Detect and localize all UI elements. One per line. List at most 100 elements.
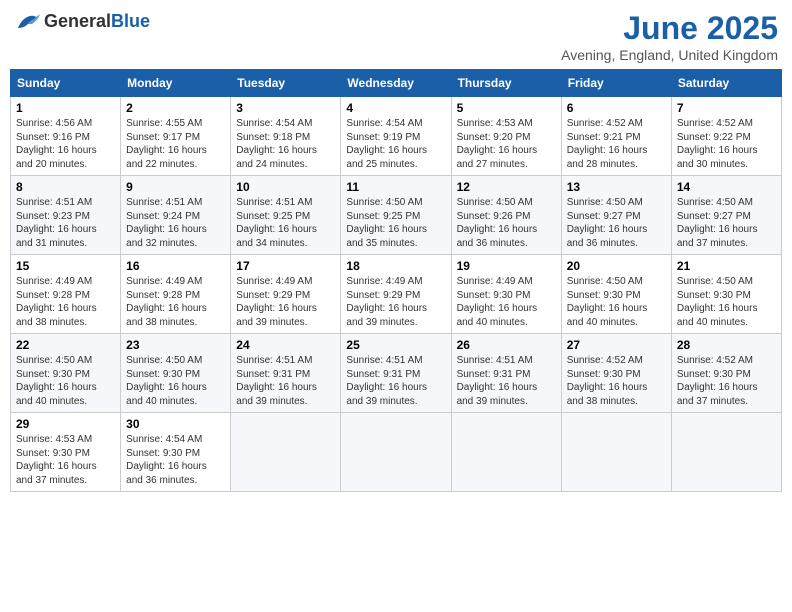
- calendar-cell: [561, 413, 671, 492]
- cell-details: Sunrise: 4:49 AMSunset: 9:28 PMDaylight:…: [16, 276, 97, 328]
- day-number: 22: [16, 338, 115, 352]
- day-number: 4: [346, 101, 445, 115]
- calendar-cell: 24 Sunrise: 4:51 AMSunset: 9:31 PMDayligh…: [231, 334, 341, 413]
- calendar-cell: 4 Sunrise: 4:54 AMSunset: 9:19 PMDaylight…: [341, 97, 451, 176]
- cell-details: Sunrise: 4:54 AMSunset: 9:30 PMDaylight:…: [126, 434, 207, 486]
- calendar-cell: 20 Sunrise: 4:50 AMSunset: 9:30 PMDayligh…: [561, 255, 671, 334]
- logo-text: GeneralBlue: [44, 11, 150, 32]
- calendar-cell: 6Sunrise: 4:52 AMSunset: 9:21 PMDaylight…: [561, 97, 671, 176]
- calendar-week-row: 15 Sunrise: 4:49 AMSunset: 9:28 PMDayligh…: [11, 255, 782, 334]
- cell-details: Sunrise: 4:52 AMSunset: 9:30 PMDaylight:…: [677, 355, 758, 407]
- cell-details: Sunrise: 4:49 AMSunset: 9:28 PMDaylight:…: [126, 276, 207, 328]
- title-area: June 2025 Avening, England, United Kingd…: [561, 10, 778, 63]
- calendar-cell: 30Sunrise: 4:54 AMSunset: 9:30 PMDayligh…: [121, 413, 231, 492]
- weekday-header: Saturday: [671, 70, 781, 97]
- day-number: 12: [457, 180, 556, 194]
- cell-details: Sunrise: 4:55 AMSunset: 9:17 PMDaylight:…: [126, 118, 207, 170]
- logo-general: General: [44, 11, 111, 31]
- calendar-week-row: 8 Sunrise: 4:51 AMSunset: 9:23 PMDaylight…: [11, 176, 782, 255]
- cell-details: Sunrise: 4:53 AMSunset: 9:20 PMDaylight:…: [457, 118, 538, 170]
- day-number: 14: [677, 180, 776, 194]
- day-number: 16: [126, 259, 225, 273]
- cell-details: Sunrise: 4:50 AMSunset: 9:30 PMDaylight:…: [567, 276, 648, 328]
- calendar-cell: 19 Sunrise: 4:49 AMSunset: 9:30 PMDayligh…: [451, 255, 561, 334]
- cell-details: Sunrise: 4:49 AMSunset: 9:29 PMDaylight:…: [236, 276, 317, 328]
- cell-details: Sunrise: 4:52 AMSunset: 9:22 PMDaylight:…: [677, 118, 758, 170]
- day-number: 5: [457, 101, 556, 115]
- cell-details: Sunrise: 4:50 AMSunset: 9:27 PMDaylight:…: [677, 197, 758, 249]
- calendar-cell: 3 Sunrise: 4:54 AMSunset: 9:18 PMDaylight…: [231, 97, 341, 176]
- weekday-header: Thursday: [451, 70, 561, 97]
- calendar-cell: 12Sunrise: 4:50 AMSunset: 9:26 PMDayligh…: [451, 176, 561, 255]
- cell-details: Sunrise: 4:49 AMSunset: 9:29 PMDaylight:…: [346, 276, 427, 328]
- calendar-cell: 1Sunrise: 4:56 AMSunset: 9:16 PMDaylight…: [11, 97, 121, 176]
- weekday-header: Tuesday: [231, 70, 341, 97]
- cell-details: Sunrise: 4:51 AMSunset: 9:23 PMDaylight:…: [16, 197, 97, 249]
- day-number: 18: [346, 259, 445, 273]
- calendar-cell: 8 Sunrise: 4:51 AMSunset: 9:23 PMDaylight…: [11, 176, 121, 255]
- calendar-cell: 21Sunrise: 4:50 AMSunset: 9:30 PMDayligh…: [671, 255, 781, 334]
- cell-details: Sunrise: 4:53 AMSunset: 9:30 PMDaylight:…: [16, 434, 97, 486]
- weekday-header: Wednesday: [341, 70, 451, 97]
- cell-details: Sunrise: 4:51 AMSunset: 9:24 PMDaylight:…: [126, 197, 207, 249]
- weekday-header: Sunday: [11, 70, 121, 97]
- day-number: 2: [126, 101, 225, 115]
- calendar-cell: 29 Sunrise: 4:53 AMSunset: 9:30 PMDayligh…: [11, 413, 121, 492]
- weekday-header: Friday: [561, 70, 671, 97]
- cell-details: Sunrise: 4:52 AMSunset: 9:21 PMDaylight:…: [567, 118, 648, 170]
- calendar-week-row: 1Sunrise: 4:56 AMSunset: 9:16 PMDaylight…: [11, 97, 782, 176]
- calendar-cell: 16 Sunrise: 4:49 AMSunset: 9:28 PMDayligh…: [121, 255, 231, 334]
- cell-details: Sunrise: 4:50 AMSunset: 9:30 PMDaylight:…: [16, 355, 97, 407]
- day-number: 25: [346, 338, 445, 352]
- cell-details: Sunrise: 4:54 AMSunset: 9:19 PMDaylight:…: [346, 118, 427, 170]
- calendar-cell: 9Sunrise: 4:51 AMSunset: 9:24 PMDaylight…: [121, 176, 231, 255]
- day-number: 10: [236, 180, 335, 194]
- calendar-cell: [671, 413, 781, 492]
- day-number: 24: [236, 338, 335, 352]
- cell-details: Sunrise: 4:50 AMSunset: 9:30 PMDaylight:…: [677, 276, 758, 328]
- calendar-week-row: 22 Sunrise: 4:50 AMSunset: 9:30 PMDayligh…: [11, 334, 782, 413]
- calendar-cell: 7 Sunrise: 4:52 AMSunset: 9:22 PMDaylight…: [671, 97, 781, 176]
- day-number: 8: [16, 180, 115, 194]
- weekday-header: Monday: [121, 70, 231, 97]
- day-number: 19: [457, 259, 556, 273]
- cell-details: Sunrise: 4:50 AMSunset: 9:27 PMDaylight:…: [567, 197, 648, 249]
- day-number: 15: [16, 259, 115, 273]
- day-number: 29: [16, 417, 115, 431]
- calendar-cell: 10 Sunrise: 4:51 AMSunset: 9:25 PMDayligh…: [231, 176, 341, 255]
- calendar-cell: 25 Sunrise: 4:51 AMSunset: 9:31 PMDayligh…: [341, 334, 451, 413]
- cell-details: Sunrise: 4:56 AMSunset: 9:16 PMDaylight:…: [16, 118, 97, 170]
- cell-details: Sunrise: 4:51 AMSunset: 9:25 PMDaylight:…: [236, 197, 317, 249]
- calendar-cell: 13 Sunrise: 4:50 AMSunset: 9:27 PMDayligh…: [561, 176, 671, 255]
- cell-details: Sunrise: 4:51 AMSunset: 9:31 PMDaylight:…: [346, 355, 427, 407]
- logo: GeneralBlue: [14, 10, 150, 32]
- location-title: Avening, England, United Kingdom: [561, 47, 778, 63]
- day-number: 3: [236, 101, 335, 115]
- day-number: 23: [126, 338, 225, 352]
- cell-details: Sunrise: 4:52 AMSunset: 9:30 PMDaylight:…: [567, 355, 648, 407]
- page-header: GeneralBlue June 2025 Avening, England, …: [10, 10, 782, 63]
- calendar-week-row: 29 Sunrise: 4:53 AMSunset: 9:30 PMDayligh…: [11, 413, 782, 492]
- day-number: 13: [567, 180, 666, 194]
- calendar-cell: 26 Sunrise: 4:51 AMSunset: 9:31 PMDayligh…: [451, 334, 561, 413]
- cell-details: Sunrise: 4:51 AMSunset: 9:31 PMDaylight:…: [457, 355, 538, 407]
- day-number: 27: [567, 338, 666, 352]
- calendar-header-row: SundayMondayTuesdayWednesdayThursdayFrid…: [11, 70, 782, 97]
- calendar-cell: 14 Sunrise: 4:50 AMSunset: 9:27 PMDayligh…: [671, 176, 781, 255]
- cell-details: Sunrise: 4:49 AMSunset: 9:30 PMDaylight:…: [457, 276, 538, 328]
- calendar-cell: 17 Sunrise: 4:49 AMSunset: 9:29 PMDayligh…: [231, 255, 341, 334]
- cell-details: Sunrise: 4:50 AMSunset: 9:25 PMDaylight:…: [346, 197, 427, 249]
- day-number: 7: [677, 101, 776, 115]
- day-number: 26: [457, 338, 556, 352]
- day-number: 28: [677, 338, 776, 352]
- calendar-cell: 27 Sunrise: 4:52 AMSunset: 9:30 PMDayligh…: [561, 334, 671, 413]
- day-number: 17: [236, 259, 335, 273]
- calendar-cell: 23Sunrise: 4:50 AMSunset: 9:30 PMDayligh…: [121, 334, 231, 413]
- calendar-cell: 28 Sunrise: 4:52 AMSunset: 9:30 PMDayligh…: [671, 334, 781, 413]
- calendar-cell: 15 Sunrise: 4:49 AMSunset: 9:28 PMDayligh…: [11, 255, 121, 334]
- day-number: 20: [567, 259, 666, 273]
- cell-details: Sunrise: 4:54 AMSunset: 9:18 PMDaylight:…: [236, 118, 317, 170]
- day-number: 11: [346, 180, 445, 194]
- cell-details: Sunrise: 4:51 AMSunset: 9:31 PMDaylight:…: [236, 355, 317, 407]
- calendar-cell: 22 Sunrise: 4:50 AMSunset: 9:30 PMDayligh…: [11, 334, 121, 413]
